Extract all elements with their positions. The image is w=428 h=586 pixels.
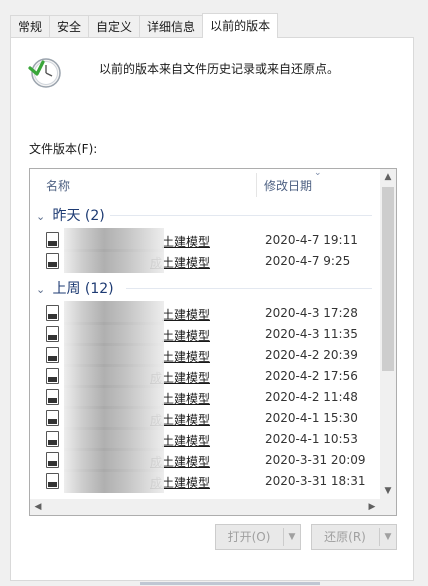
rvt-file-icon	[46, 473, 59, 489]
rvt-file-icon	[46, 305, 59, 321]
scroll-left-icon[interactable]: ◀	[30, 499, 46, 515]
file-versions-list[interactable]: 名称 ⌄ 修改日期 ⌄ 昨天 (2) 土建模型 2020-4-7 19:11 成…	[29, 168, 397, 516]
scrollbar-corner	[380, 499, 396, 515]
vertical-scrollbar[interactable]: ▲ ▼	[380, 169, 396, 499]
file-versions-label: 文件版本(F):	[29, 142, 98, 156]
list-item[interactable]: 土建模型 2020-4-3 17:28	[30, 301, 380, 325]
restore-button-label: 还原(R)	[324, 530, 366, 544]
file-date: 2020-4-2 17:56	[265, 369, 358, 383]
file-date: 2020-4-7 19:11	[265, 233, 358, 247]
list-item[interactable]: 土建模型 2020-4-2 20:39	[30, 343, 380, 367]
group-header-yesterday[interactable]: ⌄ 昨天 (2)	[36, 205, 105, 225]
file-date: 2020-3-31 20:09	[265, 453, 366, 467]
list-item[interactable]: 成土建模型 2020-3-31 20:09	[30, 448, 380, 472]
scroll-right-icon[interactable]: ▶	[364, 499, 380, 515]
rvt-file-icon	[46, 347, 59, 363]
list-item[interactable]: 成土建模型 2020-3-31 18:31	[30, 469, 380, 493]
list-item[interactable]: 土建模型 2020-4-1 10:53	[30, 427, 380, 451]
rvt-file-icon	[46, 232, 59, 248]
file-date: 2020-4-2 20:39	[265, 348, 358, 362]
horizontal-scrollbar[interactable]: ◀ ▶	[30, 499, 396, 515]
rvt-file-icon	[46, 326, 59, 342]
list-item[interactable]: 土建模型 2020-4-3 11:35	[30, 322, 380, 346]
file-date: 2020-4-7 9:25	[265, 254, 351, 268]
rvt-file-icon	[46, 368, 59, 384]
list-item[interactable]: 土建模型 2020-4-7 19:11	[30, 228, 380, 252]
group-divider	[126, 288, 372, 289]
properties-window: 常规 安全 自定义 详细信息 以前的版本 以前的版本来自文件历史记录或来自还原点…	[0, 0, 428, 586]
previous-versions-panel: 以前的版本来自文件历史记录或来自还原点。 文件版本(F): 名称 ⌄ 修改日期 …	[10, 37, 414, 581]
split-divider	[283, 528, 284, 546]
file-date: 2020-3-31 18:31	[265, 474, 366, 488]
redacted-name-blur	[64, 469, 164, 493]
list-item[interactable]: 土建模型 2020-4-2 11:48	[30, 385, 380, 409]
tab-details[interactable]: 详细信息	[139, 15, 204, 38]
chevron-down-icon: ⌄	[36, 210, 46, 223]
group-divider	[110, 215, 372, 216]
column-divider[interactable]	[256, 173, 257, 197]
tab-general[interactable]: 常规	[10, 15, 51, 38]
file-date: 2020-4-1 15:30	[265, 411, 358, 425]
tab-security[interactable]: 安全	[49, 15, 90, 38]
vertical-scroll-thumb[interactable]	[382, 187, 394, 371]
rvt-file-icon	[46, 389, 59, 405]
group-header-last-week[interactable]: ⌄ 上周 (12)	[36, 278, 114, 298]
description-text: 以前的版本来自文件历史记录或来自还原点。	[99, 62, 340, 76]
rvt-file-icon	[46, 452, 59, 468]
split-divider	[379, 528, 380, 546]
group-label: 上周 (12)	[52, 281, 114, 297]
sort-indicator-icon: ⌄	[314, 168, 322, 178]
rvt-file-icon	[46, 410, 59, 426]
open-split-button[interactable]: 打开(O) ▼	[215, 524, 301, 550]
redacted-name-blur	[64, 249, 164, 273]
scroll-down-icon[interactable]: ▼	[380, 483, 396, 499]
restore-split-button[interactable]: 还原(R) ▼	[311, 524, 397, 550]
file-date: 2020-4-3 11:35	[265, 327, 358, 341]
list-header: 名称 ⌄ 修改日期	[30, 169, 380, 199]
file-date: 2020-4-2 11:48	[265, 390, 358, 404]
rvt-file-icon	[46, 253, 59, 269]
list-item[interactable]: 成土建模型 2020-4-7 9:25	[30, 249, 380, 273]
scroll-up-icon[interactable]: ▲	[380, 169, 396, 185]
column-header-name[interactable]: 名称	[46, 177, 70, 194]
rvt-file-icon	[46, 431, 59, 447]
tab-custom[interactable]: 自定义	[88, 15, 141, 38]
clock-restore-icon	[28, 58, 61, 88]
file-date: 2020-4-3 17:28	[265, 306, 358, 320]
file-date: 2020-4-1 10:53	[265, 432, 358, 446]
dialog-button-edge	[140, 582, 320, 585]
column-header-modified[interactable]: 修改日期	[264, 177, 312, 194]
dropdown-arrow-icon[interactable]: ▼	[285, 525, 299, 549]
open-button-label: 打开(O)	[227, 530, 271, 544]
chevron-down-icon: ⌄	[36, 283, 46, 296]
list-item[interactable]: 成土建模型 2020-4-2 17:56	[30, 364, 380, 388]
tab-strip: 常规 安全 自定义 详细信息 以前的版本	[10, 13, 279, 38]
list-item[interactable]: 成土建模型 2020-4-1 15:30	[30, 406, 380, 430]
group-label: 昨天 (2)	[52, 208, 105, 224]
tab-previous-versions[interactable]: 以前的版本	[202, 13, 279, 38]
dropdown-arrow-icon[interactable]: ▼	[381, 525, 395, 549]
